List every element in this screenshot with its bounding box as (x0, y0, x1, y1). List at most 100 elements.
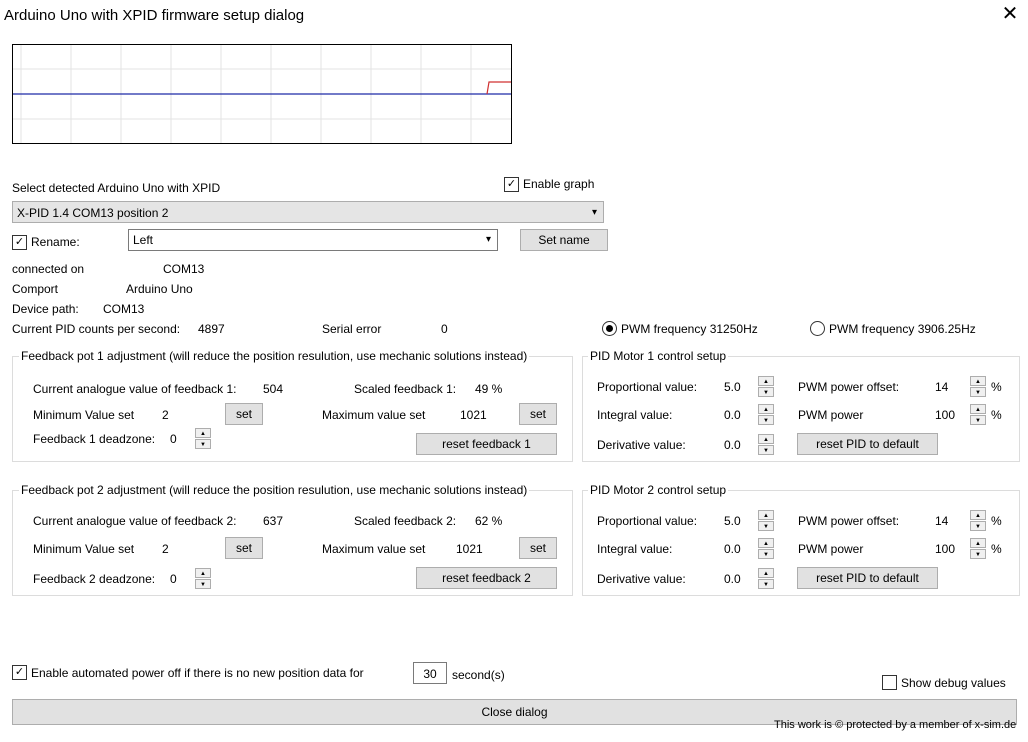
select-device-label: Select detected Arduino Uno with XPID (12, 181, 221, 195)
pid2-p-spinner[interactable]: ▲ ▼ (758, 510, 774, 532)
spin-down-icon[interactable]: ▼ (758, 521, 774, 531)
rename-checkbox[interactable]: ✓ (12, 235, 27, 250)
spin-up-icon[interactable]: ▲ (195, 568, 211, 578)
spin-down-icon[interactable]: ▼ (970, 415, 986, 425)
pid2-d-spinner[interactable]: ▲ ▼ (758, 568, 774, 590)
name-combo[interactable]: Left ▾ (128, 229, 498, 251)
show-debug-checkbox[interactable] (882, 675, 897, 690)
spin-up-icon[interactable]: ▲ (195, 428, 211, 438)
spin-down-icon[interactable]: ▼ (758, 415, 774, 425)
pwm-3906-radio[interactable] (810, 321, 825, 336)
feedback1-deadzone-value: 0 (170, 432, 177, 446)
pid1-p-spinner[interactable]: ▲ ▼ (758, 376, 774, 398)
pid2-offset-value: 14 (935, 514, 949, 528)
spin-up-icon[interactable]: ▲ (758, 538, 774, 548)
pid2-d-value: 0.0 (724, 572, 741, 586)
reset-pid1-button[interactable]: reset PID to default (797, 433, 938, 455)
set-name-button[interactable]: Set name (520, 229, 608, 251)
spin-up-icon[interactable]: ▲ (970, 538, 986, 548)
feedback1-deadzone-spinner[interactable]: ▲ ▼ (195, 428, 211, 450)
spin-down-icon[interactable]: ▼ (758, 579, 774, 589)
spin-up-icon[interactable]: ▲ (970, 376, 986, 386)
spin-down-icon[interactable]: ▼ (758, 445, 774, 455)
spin-down-icon[interactable]: ▼ (758, 549, 774, 559)
serial-error-value: 0 (441, 322, 448, 336)
pid1-power-unit: % (991, 408, 1002, 422)
feedback1-max-set-button[interactable]: set (519, 403, 557, 425)
pwm-31250-radio[interactable] (602, 321, 617, 336)
pid1-power-value: 100 (935, 408, 956, 422)
pid1-i-label: Integral value: (597, 408, 673, 422)
pid2-p-label: Proportional value: (597, 514, 698, 528)
pid2-power-label: PWM power (798, 542, 864, 556)
connected-on-label: connected on (12, 262, 85, 276)
window-title: Arduino Uno with XPID firmware setup dia… (4, 7, 305, 24)
pwm-3906-label: PWM frequency 3906.25Hz (829, 322, 976, 336)
spin-down-icon[interactable]: ▼ (970, 521, 986, 531)
feedback1-current-value: 504 (263, 382, 284, 396)
position-graph (12, 44, 512, 144)
feedback2-deadzone-spinner[interactable]: ▲ ▼ (195, 568, 211, 590)
feedback1-scaled-value: 49 % (475, 382, 503, 396)
pid-counts-label: Current PID counts per second: (12, 322, 181, 336)
feedback2-deadzone-label: Feedback 2 deadzone: (33, 572, 156, 586)
pid-counts-value: 4897 (198, 322, 225, 336)
pwm-31250-label: PWM frequency 31250Hz (621, 322, 758, 336)
pid1-offset-value: 14 (935, 380, 949, 394)
spin-up-icon[interactable]: ▲ (970, 510, 986, 520)
pid1-d-spinner[interactable]: ▲ ▼ (758, 434, 774, 456)
pid1-power-spinner[interactable]: ▲ ▼ (970, 404, 986, 426)
feedback2-min-set-button[interactable]: set (225, 537, 263, 559)
feedback1-title: Feedback pot 1 adjustment (will reduce t… (19, 349, 530, 363)
show-debug-label: Show debug values (901, 676, 1006, 690)
pid2-offset-unit: % (991, 514, 1002, 528)
pid1-p-label: Proportional value: (597, 380, 698, 394)
spin-up-icon[interactable]: ▲ (758, 510, 774, 520)
pid2-i-spinner[interactable]: ▲ ▼ (758, 538, 774, 560)
pid2-offset-spinner[interactable]: ▲ ▼ (970, 510, 986, 532)
pid2-power-unit: % (991, 542, 1002, 556)
feedback1-scaled-label: Scaled feedback 1: (354, 382, 457, 396)
reset-pid2-button[interactable]: reset PID to default (797, 567, 938, 589)
close-icon[interactable]: ✕ (1000, 4, 1020, 24)
pid1-i-value: 0.0 (724, 408, 741, 422)
feedback1-min-set-button[interactable]: set (225, 403, 263, 425)
reset-feedback2-button[interactable]: reset feedback 2 (416, 567, 557, 589)
spin-down-icon[interactable]: ▼ (970, 549, 986, 559)
spin-up-icon[interactable]: ▲ (758, 376, 774, 386)
reset-feedback1-button[interactable]: reset feedback 1 (416, 433, 557, 455)
spin-down-icon[interactable]: ▼ (195, 579, 211, 589)
pid2-title: PID Motor 2 control setup (588, 483, 729, 497)
spin-down-icon[interactable]: ▼ (195, 439, 211, 449)
feedback1-deadzone-label: Feedback 1 deadzone: (33, 432, 156, 446)
pid1-offset-spinner[interactable]: ▲ ▼ (970, 376, 986, 398)
spin-up-icon[interactable]: ▲ (970, 404, 986, 414)
comport-value: Arduino Uno (126, 282, 193, 296)
pid2-p-value: 5.0 (724, 514, 741, 528)
feedback2-max-label: Maximum value set (322, 542, 426, 556)
spin-down-icon[interactable]: ▼ (970, 387, 986, 397)
power-off-seconds-input[interactable]: 30 (413, 662, 447, 684)
spin-down-icon[interactable]: ▼ (758, 387, 774, 397)
feedback2-max-set-button[interactable]: set (519, 537, 557, 559)
feedback2-title: Feedback pot 2 adjustment (will reduce t… (19, 483, 530, 497)
pid1-p-value: 5.0 (724, 380, 741, 394)
feedback2-scaled-value: 62 % (475, 514, 503, 528)
feedback2-current-value: 637 (263, 514, 284, 528)
power-off-checkbox[interactable]: ✓ (12, 665, 27, 680)
pid2-i-label: Integral value: (597, 542, 673, 556)
pid2-power-spinner[interactable]: ▲ ▼ (970, 538, 986, 560)
pid1-d-label: Derivative value: (597, 438, 686, 452)
spin-up-icon[interactable]: ▲ (758, 404, 774, 414)
enable-graph-checkbox[interactable]: ✓ (504, 177, 519, 192)
spin-up-icon[interactable]: ▲ (758, 568, 774, 578)
device-select[interactable]: X-PID 1.4 COM13 position 2 ▾ (12, 201, 604, 223)
spin-up-icon[interactable]: ▲ (758, 434, 774, 444)
feedback2-deadzone-value: 0 (170, 572, 177, 586)
feedback1-min-label: Minimum Value set (33, 408, 135, 422)
pid2-i-value: 0.0 (724, 542, 741, 556)
feedback2-max-value: 1021 (456, 542, 483, 556)
serial-error-label: Serial error (322, 322, 382, 336)
pid1-i-spinner[interactable]: ▲ ▼ (758, 404, 774, 426)
seconds-label: second(s) (452, 668, 505, 682)
